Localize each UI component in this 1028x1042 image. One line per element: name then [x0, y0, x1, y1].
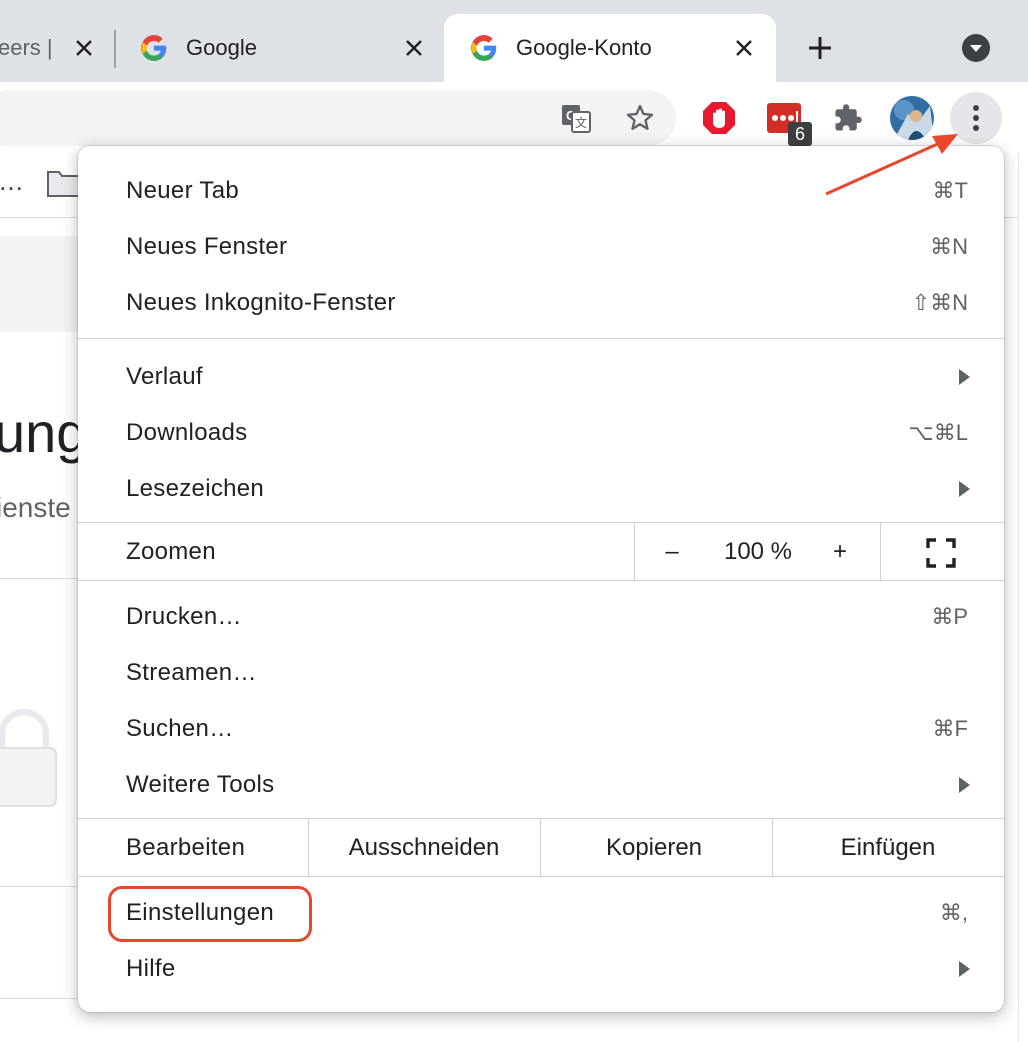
edit-divider — [308, 819, 309, 876]
menu-separator — [78, 338, 1004, 339]
edit-label: Bearbeiten — [126, 833, 246, 861]
page-scroll-rail — [1018, 152, 1028, 1042]
menu-item-help[interactable]: Hilfe — [78, 941, 1004, 997]
menu-item-label: Downloads — [126, 419, 248, 446]
submenu-arrow-icon — [959, 961, 970, 977]
chrome-main-menu: Neuer Tab ⌘T Neues Fenster ⌘N Neues Inko… — [78, 146, 1004, 1012]
fullscreen-icon[interactable] — [926, 538, 956, 568]
page-subtitle: ienste — [0, 492, 71, 523]
menu-item-label: Streamen… — [126, 659, 257, 686]
settings-highlight-annotation — [108, 886, 312, 942]
menu-item-label: Neues Inkognito-Fenster — [126, 289, 396, 316]
menu-item-bookmarks[interactable]: Lesezeichen — [78, 461, 1004, 517]
zoom-divider — [634, 523, 635, 580]
tab-3-title[interactable]: Google-Konto — [516, 35, 652, 61]
new-tab-plus-icon[interactable] — [804, 32, 836, 64]
menu-item-label: Suchen… — [126, 715, 234, 742]
menu-item-downloads[interactable]: Downloads ⌥⌘L — [78, 405, 1004, 461]
menu-item-label: Weitere Tools — [126, 771, 275, 798]
menu-item-history[interactable]: Verlauf — [78, 349, 1004, 405]
menu-item-label: Drucken… — [126, 603, 242, 630]
cut-button[interactable]: Ausschneiden — [349, 834, 500, 862]
menu-item-shortcut: ⌘N — [930, 234, 968, 259]
tab-2-close-icon[interactable] — [400, 34, 428, 62]
menu-item-shortcut: ⌘, — [939, 900, 968, 925]
menu-separator — [78, 580, 1004, 581]
menu-item-cast[interactable]: Streamen… — [78, 645, 1004, 701]
submenu-arrow-icon — [959, 481, 970, 497]
menu-item-label: Lesezeichen — [126, 475, 265, 502]
bookmark-folder-icon[interactable] — [46, 168, 82, 198]
menu-row-zoom: Zoomen — [78, 523, 1004, 580]
bookmark-overflow[interactable]: … — [0, 166, 24, 197]
tab-1-title[interactable]: eers | — [0, 35, 53, 61]
zoom-label: Zoomen — [126, 537, 216, 565]
menu-item-label: Verlauf — [126, 363, 203, 390]
zoom-level-value: 100 % — [723, 538, 793, 565]
zoom-divider — [880, 523, 881, 580]
edit-divider — [540, 819, 541, 876]
edit-divider — [772, 819, 773, 876]
menu-separator — [78, 876, 1004, 877]
menu-item-shortcut: ⇧⌘N — [911, 290, 968, 315]
google-favicon-icon — [470, 34, 498, 62]
tab-2-title[interactable]: Google — [186, 35, 257, 61]
menu-item-label: Hilfe — [126, 955, 176, 982]
adblock-icon[interactable] — [700, 99, 738, 137]
menu-item-label: Neuer Tab — [126, 177, 239, 204]
submenu-arrow-icon — [959, 369, 970, 385]
zoom-out-button[interactable]: – — [665, 538, 678, 566]
menu-item-shortcut: ⌘P — [931, 604, 968, 629]
lock-illustration-icon — [0, 708, 60, 808]
page-heading: ung — [0, 401, 88, 464]
submenu-arrow-icon — [959, 777, 970, 793]
tab-separator — [114, 30, 116, 68]
menu-item-label: Neues Fenster — [126, 233, 288, 260]
extension-badge-count: 6 — [788, 122, 812, 146]
google-favicon-icon — [140, 34, 168, 62]
translate-icon[interactable]: G 文 — [556, 100, 596, 136]
menu-item-new-window[interactable]: Neues Fenster ⌘N — [78, 219, 1004, 275]
bookmark-star-icon[interactable] — [620, 100, 660, 136]
menu-item-shortcut: ⌥⌘L — [908, 420, 968, 445]
tab-search-chevron-icon[interactable] — [960, 32, 992, 64]
zoom-in-button[interactable]: + — [833, 538, 847, 566]
svg-text:文: 文 — [575, 115, 587, 130]
copy-button[interactable]: Kopieren — [606, 834, 702, 862]
tab-3-close-icon[interactable] — [730, 34, 758, 62]
tab-1-close-icon[interactable] — [70, 34, 98, 62]
annotation-arrow-icon — [825, 134, 958, 196]
menu-item-new-incognito-window[interactable]: Neues Inkognito-Fenster ⇧⌘N — [78, 275, 1004, 331]
tab-strip: eers | Google Google-Konto — [0, 0, 1028, 84]
menu-item-shortcut: ⌘F — [932, 716, 968, 741]
paste-button[interactable]: Einfügen — [841, 834, 936, 862]
menu-item-find[interactable]: Suchen… ⌘F — [78, 701, 1004, 757]
menu-item-more-tools[interactable]: Weitere Tools — [78, 757, 1004, 813]
menu-item-print[interactable]: Drucken… ⌘P — [78, 589, 1004, 645]
